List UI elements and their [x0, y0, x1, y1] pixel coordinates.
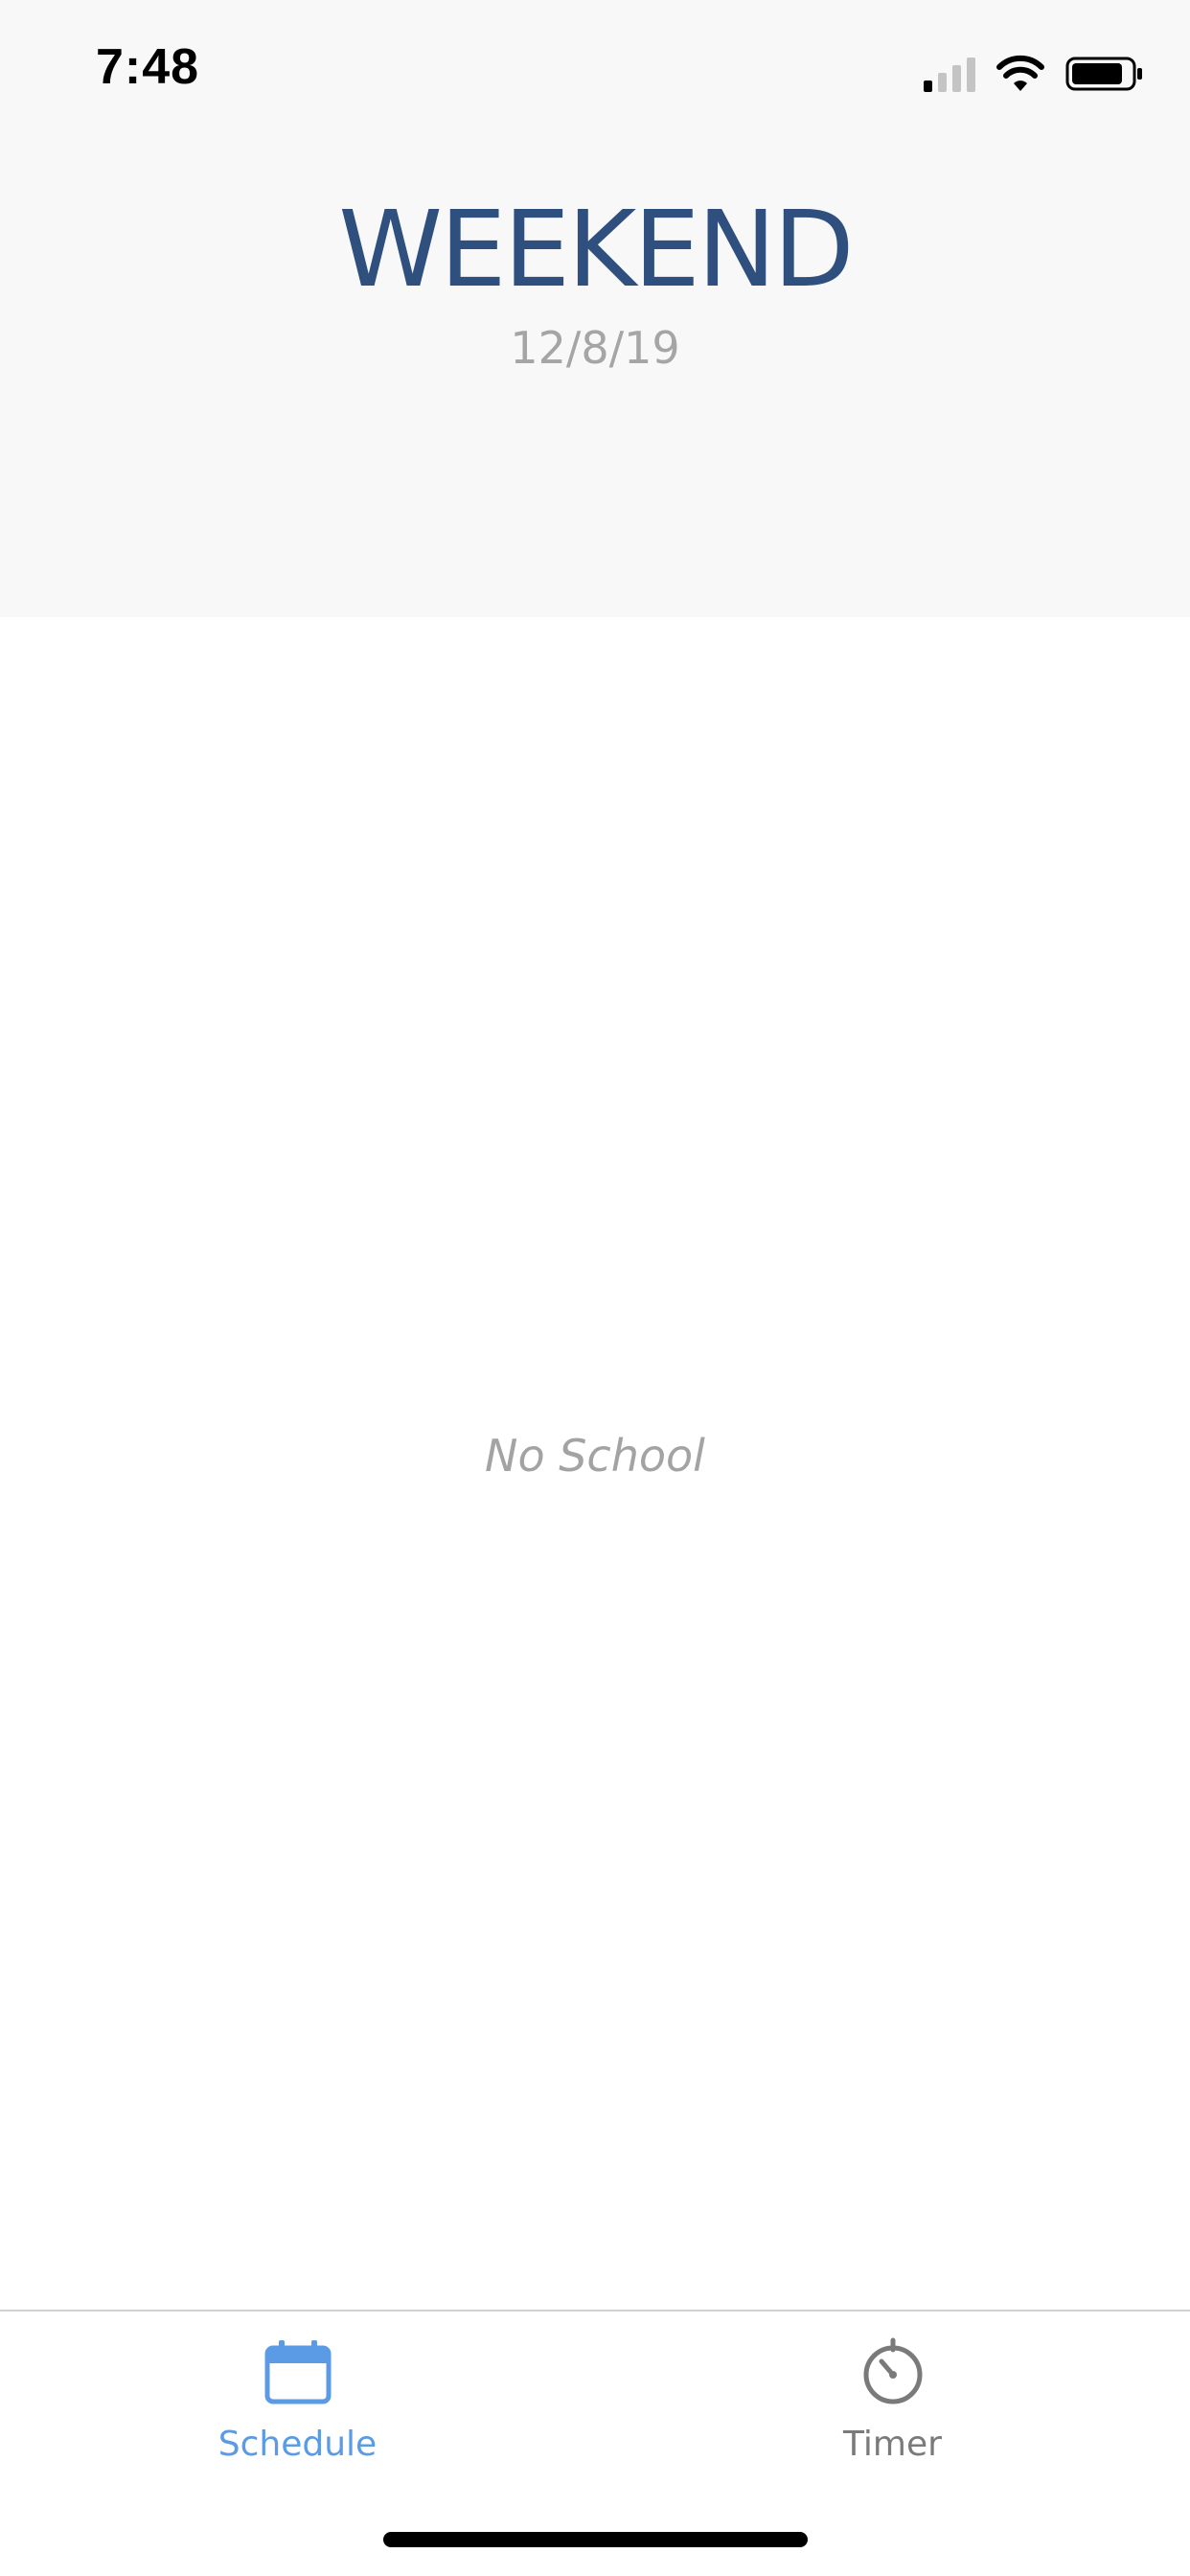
day-type-title: WEEKEND [338, 188, 854, 310]
wifi-icon [996, 55, 1044, 91]
tab-timer-label: Timer [843, 2425, 942, 2464]
date-label: 12/8/19 [510, 322, 680, 374]
schedule-header: 7:48 WEEKEND 12/8/19 [0, 0, 1190, 617]
calendar-icon [264, 2340, 331, 2404]
timer-icon [863, 2337, 922, 2404]
tab-timer[interactable]: Timer [595, 2312, 1190, 2503]
cellular-signal-icon [924, 56, 975, 92]
empty-schedule-message: No School [485, 1430, 705, 1482]
status-time: 7:48 [96, 39, 200, 95]
tab-schedule-label: Schedule [217, 2425, 378, 2464]
battery-icon [1065, 57, 1142, 91]
status-icons [924, 50, 1144, 98]
home-indicator[interactable] [383, 2532, 808, 2547]
tab-schedule[interactable]: Schedule [0, 2312, 595, 2503]
